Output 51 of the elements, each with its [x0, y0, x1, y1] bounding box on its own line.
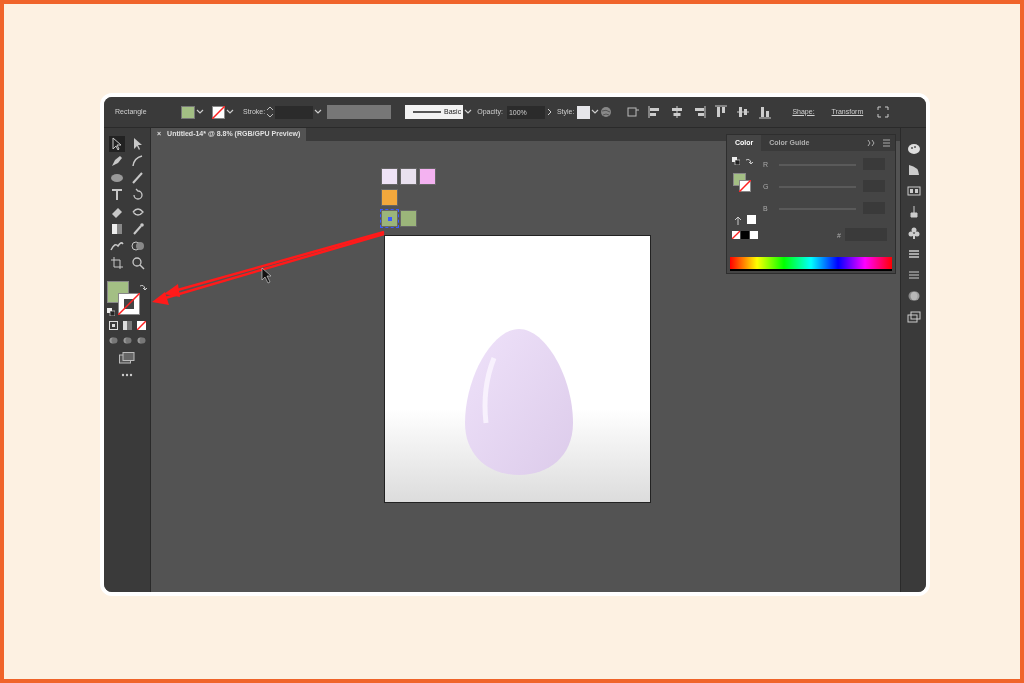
color-spectrum[interactable]	[730, 257, 892, 271]
graphic-style-swatch[interactable]	[577, 105, 591, 119]
none-slash-icon	[118, 293, 140, 315]
club-symbol-icon[interactable]	[906, 226, 921, 240]
zoom-icon[interactable]	[129, 255, 146, 271]
gradient-swatch-icon[interactable]	[906, 163, 921, 177]
align-top-icon[interactable]	[714, 105, 729, 119]
transform-icon[interactable]	[626, 105, 641, 119]
default-colors-icon[interactable]	[732, 157, 740, 165]
stroke-weight-field[interactable]	[275, 105, 314, 119]
web-safe-swatch[interactable]	[747, 215, 756, 224]
align-bottom-icon[interactable]	[758, 105, 773, 119]
none-mode-icon[interactable]	[136, 321, 146, 330]
gradient-mode-icon[interactable]	[122, 321, 132, 330]
align-middle-icon[interactable]	[736, 105, 751, 119]
fill-swatch[interactable]	[181, 105, 195, 119]
stroke-swatch[interactable]	[212, 105, 225, 119]
align-right-icon[interactable]	[692, 105, 707, 119]
default-colors-icon[interactable]	[107, 308, 115, 316]
more-tools-icon[interactable]	[121, 373, 133, 377]
swatch[interactable]	[741, 231, 749, 239]
panel-menu-icon[interactable]	[867, 139, 891, 147]
swap-arrow-icon[interactable]	[139, 283, 147, 291]
transparency-icon[interactable]	[906, 289, 921, 303]
none-slash-icon	[212, 105, 225, 119]
fill-stroke-control[interactable]	[733, 173, 752, 193]
menu-icon[interactable]	[906, 247, 921, 261]
align-center-icon[interactable]	[670, 105, 685, 119]
none-slash-icon	[739, 180, 751, 192]
stroke-panel-icon[interactable]	[906, 268, 921, 282]
globe-icon[interactable]	[600, 106, 613, 118]
frame-corners-icon[interactable]	[877, 106, 890, 118]
palette-icon[interactable]	[906, 142, 921, 156]
swap-arrow-icon[interactable]	[745, 157, 753, 165]
draw-behind-icon[interactable]	[122, 336, 132, 345]
draw-normal-icon[interactable]	[108, 336, 118, 345]
swatch[interactable]	[750, 231, 758, 239]
paintbrush-icon[interactable]	[129, 170, 146, 186]
fill-stroke-control[interactable]	[107, 281, 141, 316]
mouse-pointer-icon	[261, 267, 272, 284]
screen-mode-icon[interactable]	[119, 352, 135, 364]
shape-builder-icon[interactable]	[129, 238, 146, 254]
spinner-icon[interactable]	[265, 105, 276, 119]
none-swatch-icon[interactable]	[732, 231, 740, 239]
artboard-icon[interactable]	[108, 255, 125, 271]
layers-icon[interactable]	[906, 310, 921, 324]
color-mode-icon[interactable]	[108, 321, 118, 330]
swatches-icon[interactable]	[906, 184, 921, 198]
stroke-line-icon	[413, 110, 442, 114]
draw-inside-icon[interactable]	[136, 336, 146, 345]
out-of-gamut-arrow-icon[interactable]	[734, 216, 742, 225]
